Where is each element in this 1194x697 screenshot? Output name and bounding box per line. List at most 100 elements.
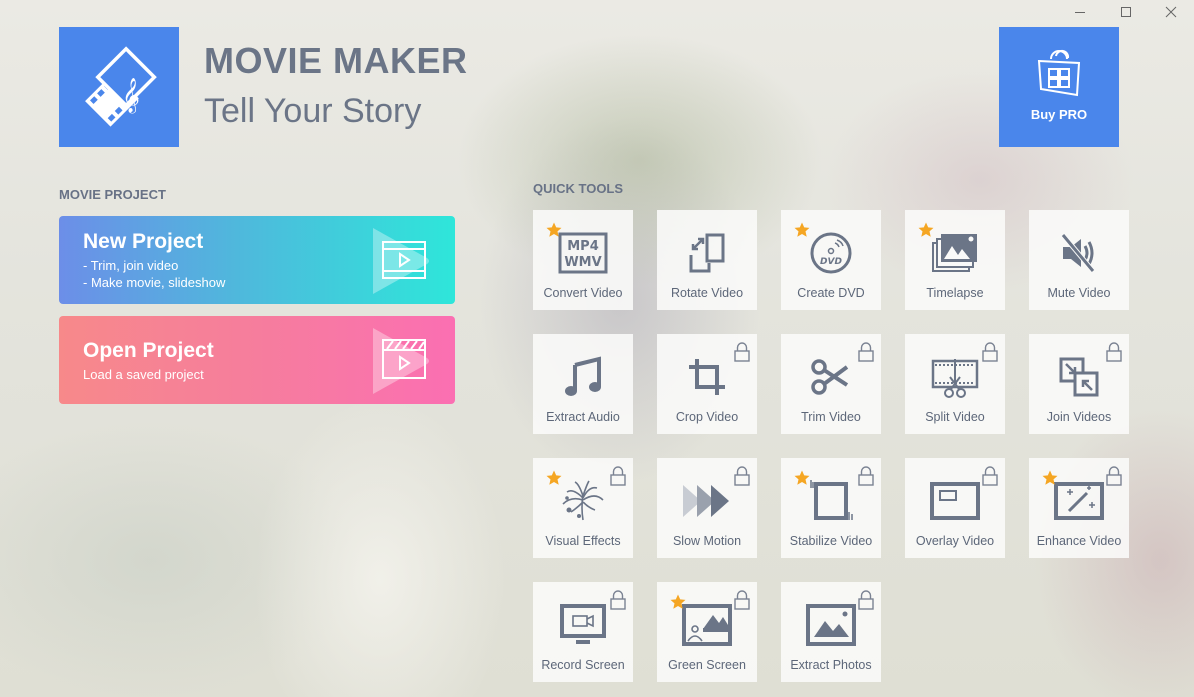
lock-icon bbox=[734, 590, 750, 610]
tool-split-video[interactable]: Split Video bbox=[905, 334, 1005, 434]
star-badge bbox=[546, 222, 562, 243]
close-button[interactable] bbox=[1148, 0, 1194, 24]
tool-label: Convert Video bbox=[543, 286, 623, 300]
star-icon bbox=[794, 470, 810, 485]
tool-label: Join Videos bbox=[1046, 410, 1112, 424]
film-play-icon bbox=[373, 228, 429, 294]
lock-badge bbox=[858, 590, 874, 615]
new-project-line: - Trim, join video bbox=[83, 258, 179, 273]
lock-badge bbox=[858, 342, 874, 367]
new-project-title: New Project bbox=[83, 230, 204, 253]
tool-record-screen[interactable]: Record Screen bbox=[533, 582, 633, 682]
lock-icon bbox=[858, 590, 874, 610]
tool-label: Green Screen bbox=[668, 658, 746, 672]
buy-pro-button[interactable]: Buy PRO bbox=[999, 27, 1119, 147]
svg-text:WMV: WMV bbox=[564, 255, 601, 270]
tool-enhance-video[interactable]: Enhance Video bbox=[1029, 458, 1129, 558]
tool-label: Extract Photos bbox=[790, 658, 872, 672]
tool-overlay-video[interactable]: Overlay Video bbox=[905, 458, 1005, 558]
tool-label: Overlay Video bbox=[915, 534, 995, 548]
lock-badge bbox=[1106, 466, 1122, 491]
tool-label: Record Screen bbox=[541, 658, 625, 672]
clapperboard-icon bbox=[373, 328, 429, 394]
store-bag-icon bbox=[1037, 49, 1081, 97]
tool-visual-effects[interactable]: Visual Effects bbox=[533, 458, 633, 558]
lock-icon bbox=[1106, 466, 1122, 486]
tool-timelapse[interactable]: Timelapse bbox=[905, 210, 1005, 310]
star-icon bbox=[794, 222, 810, 237]
music-note-icon bbox=[533, 352, 633, 402]
svg-text:MP4: MP4 bbox=[567, 239, 599, 254]
lock-icon bbox=[610, 466, 626, 486]
star-badge bbox=[546, 470, 562, 491]
new-project-button[interactable]: New Project - Trim, join video - Make mo… bbox=[59, 216, 455, 304]
open-project-line: Load a saved project bbox=[83, 367, 204, 382]
star-badge bbox=[1042, 470, 1058, 491]
tool-label: Create DVD bbox=[797, 286, 865, 300]
star-badge bbox=[794, 222, 810, 243]
lock-icon bbox=[982, 342, 998, 362]
lock-icon bbox=[982, 466, 998, 486]
tool-trim-video[interactable]: Trim Video bbox=[781, 334, 881, 434]
tool-label: Slow Motion bbox=[672, 534, 742, 548]
open-project-button[interactable]: Open Project Load a saved project bbox=[59, 316, 455, 404]
tool-label: Enhance Video bbox=[1036, 534, 1122, 548]
lock-badge bbox=[858, 466, 874, 491]
maximize-button[interactable] bbox=[1103, 0, 1149, 24]
lock-icon bbox=[734, 342, 750, 362]
app-subtitle: Tell Your Story bbox=[204, 92, 422, 130]
tool-extract-audio[interactable]: Extract Audio bbox=[533, 334, 633, 434]
tool-create-dvd[interactable]: DVD Create DVD bbox=[781, 210, 881, 310]
star-badge bbox=[794, 470, 810, 491]
tool-rotate-video[interactable]: Rotate Video bbox=[657, 210, 757, 310]
lock-badge bbox=[610, 466, 626, 491]
star-icon bbox=[918, 222, 934, 237]
movie-project-heading: MOVIE PROJECT bbox=[59, 187, 166, 202]
mute-icon bbox=[1029, 228, 1129, 278]
tool-extract-photos[interactable]: Extract Photos bbox=[781, 582, 881, 682]
tool-convert-video[interactable]: MP4 WMV Convert Video bbox=[533, 210, 633, 310]
tool-green-screen[interactable]: Green Screen bbox=[657, 582, 757, 682]
lock-icon bbox=[610, 590, 626, 610]
film-music-icon: 𝄞 bbox=[85, 46, 157, 127]
tool-label: Rotate Video bbox=[670, 286, 744, 300]
lock-icon bbox=[858, 466, 874, 486]
tool-label: Split Video bbox=[925, 410, 985, 424]
minimize-button[interactable] bbox=[1057, 0, 1103, 24]
lock-badge bbox=[734, 590, 750, 615]
lock-badge bbox=[734, 342, 750, 367]
lock-icon bbox=[1106, 342, 1122, 362]
svg-text:𝄞: 𝄞 bbox=[122, 78, 140, 114]
svg-text:DVD: DVD bbox=[820, 257, 842, 267]
star-icon bbox=[670, 594, 686, 609]
minimize-icon bbox=[1075, 11, 1085, 13]
star-badge bbox=[918, 222, 934, 243]
star-badge bbox=[670, 594, 686, 615]
tool-crop-video[interactable]: Crop Video bbox=[657, 334, 757, 434]
star-icon bbox=[1042, 470, 1058, 485]
new-project-line: - Make movie, slideshow bbox=[83, 275, 226, 290]
tool-label: Crop Video bbox=[675, 410, 739, 424]
app-logo: 𝄞 bbox=[59, 27, 179, 147]
app-title: MOVIE MAKER bbox=[204, 40, 468, 81]
quick-tools-heading: QUICK TOOLS bbox=[533, 181, 624, 196]
buy-pro-label: Buy PRO bbox=[1030, 107, 1088, 122]
open-project-title: Open Project bbox=[83, 339, 214, 362]
maximize-icon bbox=[1121, 7, 1131, 17]
tool-label: Extract Audio bbox=[546, 410, 620, 424]
tool-stabilize-video[interactable]: Stabilize Video bbox=[781, 458, 881, 558]
tool-label: Mute Video bbox=[1047, 286, 1111, 300]
tool-label: Timelapse bbox=[926, 286, 984, 300]
tool-slow-motion[interactable]: Slow Motion bbox=[657, 458, 757, 558]
rotate-icon bbox=[657, 228, 757, 278]
lock-badge bbox=[610, 590, 626, 615]
lock-badge bbox=[1106, 342, 1122, 367]
tool-label: Trim Video bbox=[801, 410, 861, 424]
star-icon bbox=[546, 222, 562, 237]
close-icon bbox=[1165, 6, 1177, 18]
tool-join-videos[interactable]: Join Videos bbox=[1029, 334, 1129, 434]
tool-mute-video[interactable]: Mute Video bbox=[1029, 210, 1129, 310]
lock-icon bbox=[858, 342, 874, 362]
tool-label: Visual Effects bbox=[545, 534, 621, 548]
lock-badge bbox=[734, 466, 750, 491]
